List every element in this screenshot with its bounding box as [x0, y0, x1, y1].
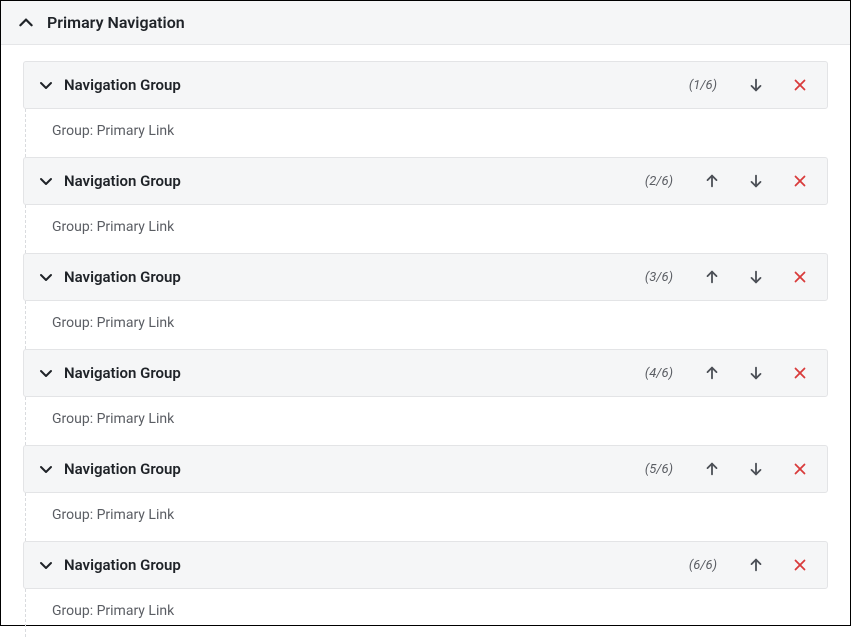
move-down-button[interactable] [743, 360, 769, 386]
navigation-group: Navigation Group (5/6) Group: Primary Link [23, 445, 828, 541]
group-counter: (4/6) [645, 366, 673, 381]
group-header[interactable]: Navigation Group (2/6) [23, 157, 828, 205]
group-header[interactable]: Navigation Group (5/6) [23, 445, 828, 493]
group-counter: (1/6) [689, 78, 717, 93]
navigation-group: Navigation Group (2/6) Group: Primary Link [23, 157, 828, 253]
move-up-button[interactable] [743, 552, 769, 578]
delete-button[interactable] [787, 72, 813, 98]
move-up-button[interactable] [699, 456, 725, 482]
navigation-group: Navigation Group (3/6) Group: Primary Link [23, 253, 828, 349]
group-header[interactable]: Navigation Group (4/6) [23, 349, 828, 397]
move-down-button[interactable] [743, 72, 769, 98]
group-link-label: Group: Primary Link [52, 411, 828, 427]
group-label: Navigation Group [64, 556, 181, 574]
chevron-down-icon [38, 461, 54, 477]
navigation-group: Navigation Group (4/6) Group: Primary Link [23, 349, 828, 445]
move-down-button[interactable] [743, 456, 769, 482]
chevron-down-icon [38, 77, 54, 93]
group-link-label: Group: Primary Link [52, 315, 828, 331]
group-link-label: Group: Primary Link [52, 219, 828, 235]
group-header[interactable]: Navigation Group (3/6) [23, 253, 828, 301]
group-label: Navigation Group [64, 364, 181, 382]
delete-button[interactable] [787, 168, 813, 194]
delete-button[interactable] [787, 264, 813, 290]
group-counter: (6/6) [689, 558, 717, 573]
group-link-label: Group: Primary Link [52, 123, 828, 139]
delete-button[interactable] [787, 552, 813, 578]
chevron-down-icon [38, 173, 54, 189]
move-up-button[interactable] [699, 264, 725, 290]
group-header[interactable]: Navigation Group (1/6) [23, 61, 828, 109]
group-link-label: Group: Primary Link [52, 603, 828, 619]
group-body: Group: Primary Link [25, 493, 828, 541]
move-down-button[interactable] [743, 168, 769, 194]
group-link-label: Group: Primary Link [52, 507, 828, 523]
group-counter: (5/6) [645, 462, 673, 477]
group-body: Group: Primary Link [25, 205, 828, 253]
groups-container: Navigation Group (1/6) Group: Primary Link… [1, 45, 850, 637]
chevron-up-icon [17, 14, 35, 32]
group-body: Group: Primary Link [25, 301, 828, 349]
group-label: Navigation Group [64, 268, 181, 286]
chevron-down-icon [38, 365, 54, 381]
chevron-down-icon [38, 557, 54, 573]
delete-button[interactable] [787, 360, 813, 386]
chevron-down-icon [38, 269, 54, 285]
group-body: Group: Primary Link [25, 397, 828, 445]
group-body: Group: Primary Link [25, 589, 828, 637]
group-counter: (3/6) [645, 270, 673, 285]
navigation-group: Navigation Group (1/6) Group: Primary Link [23, 61, 828, 157]
group-header[interactable]: Navigation Group (6/6) [23, 541, 828, 589]
group-label: Navigation Group [64, 172, 181, 190]
move-down-button[interactable] [743, 264, 769, 290]
group-body: Group: Primary Link [25, 109, 828, 157]
move-up-button[interactable] [699, 360, 725, 386]
group-label: Navigation Group [64, 76, 181, 94]
move-up-button[interactable] [699, 168, 725, 194]
delete-button[interactable] [787, 456, 813, 482]
navigation-group: Navigation Group (6/6) Group: Primary Link [23, 541, 828, 637]
panel-header[interactable]: Primary Navigation [1, 1, 850, 45]
group-label: Navigation Group [64, 460, 181, 478]
panel-title: Primary Navigation [47, 13, 185, 32]
group-counter: (2/6) [645, 174, 673, 189]
